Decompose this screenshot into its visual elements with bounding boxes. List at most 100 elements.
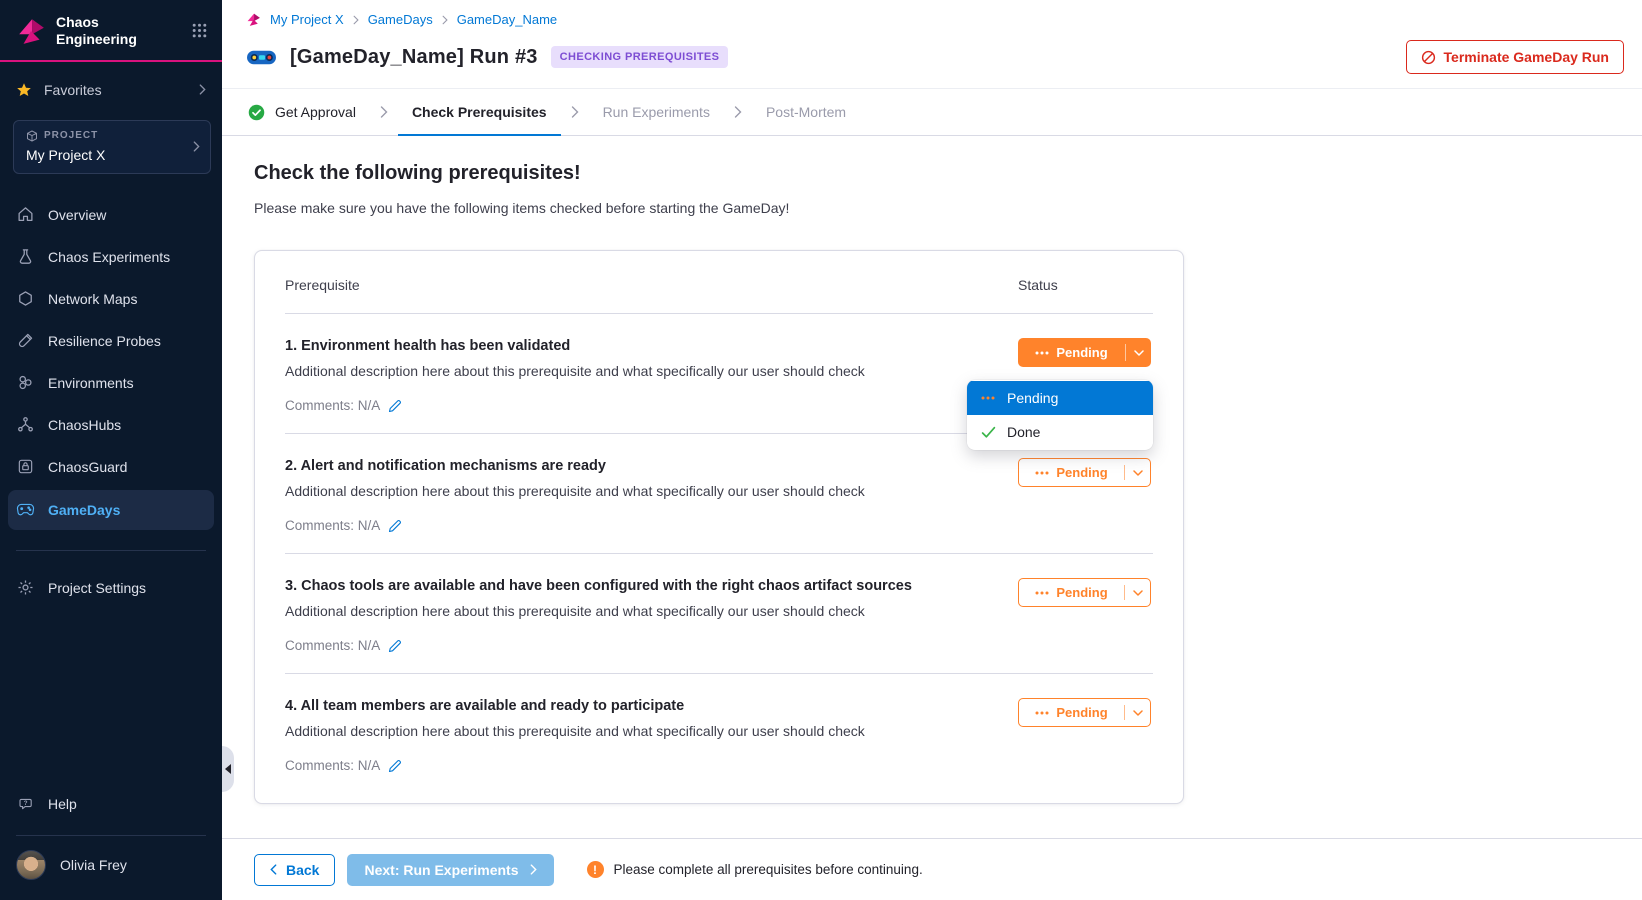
prerequisite-title: 1. Environment health has been validated [285,338,968,354]
nav-label: Overview [48,207,106,223]
column-status: Status [1018,277,1153,293]
chevron-down-icon [1125,699,1150,726]
status-dropdown-menu: Pending Done [967,380,1153,450]
environments-icon [16,374,35,391]
prohibit-icon [1421,50,1436,65]
sidebar-item-environments[interactable]: Environments [0,362,222,404]
breadcrumb-project[interactable]: My Project X [270,12,344,27]
terminate-gameday-button[interactable]: Terminate GameDay Run [1406,40,1624,74]
prerequisite-description: Additional description here about this p… [285,603,968,619]
chevron-down-icon [1125,579,1150,606]
gamepad-icon [16,503,35,517]
grid-icon[interactable] [191,22,208,39]
terminate-label: Terminate GameDay Run [1444,49,1609,65]
prerequisite-title: 4. All team members are available and re… [285,698,968,714]
page-title: [GameDay_Name] Run #3 [290,46,538,69]
option-label: Pending [1007,390,1058,406]
sidebar-collapse-handle[interactable] [222,746,234,792]
status-label: Pending [1056,705,1107,720]
help-label: Help [48,796,77,812]
sidebar-item-chaoshubs[interactable]: ChaosHubs [0,404,222,446]
sidebar-item-favorites[interactable]: Favorites [0,62,222,104]
user-divider [16,835,206,836]
sidebar-item-resilience-probes[interactable]: Resilience Probes [0,320,222,362]
action-bar: Back Next: Run Experiments ! Please comp… [222,838,1642,900]
edit-comment-icon[interactable] [388,519,402,533]
prerequisites-warning: ! Please complete all prerequisites befo… [587,861,923,878]
content-area: Check the following prerequisites! Pleas… [222,136,1642,838]
prerequisite-row-1: 1. Environment health has been validated… [285,314,1153,434]
option-label: Done [1007,424,1040,440]
edit-comment-icon[interactable] [388,759,402,773]
prerequisite-description: Additional description here about this p… [285,363,968,379]
content-heading: Check the following prerequisites! [254,162,1610,185]
hexagon-icon [16,290,35,307]
step-check-prerequisites[interactable]: Check Prerequisites [412,89,547,135]
page-header: My Project X GameDays GameDay_Name [Game… [222,0,1642,89]
status-dropdown-button[interactable]: Pending [1018,578,1151,607]
step-run-experiments[interactable]: Run Experiments [603,89,710,135]
chevron-right-icon [530,864,537,875]
content-subheading: Please make sure you have the following … [254,200,1610,216]
sidebar-item-chaos-experiments[interactable]: Chaos Experiments [0,236,222,278]
cube-icon [26,130,38,142]
dropdown-option-pending[interactable]: Pending [967,381,1153,415]
edit-comment-icon[interactable] [388,639,402,653]
main-area: My Project X GameDays GameDay_Name [Game… [222,0,1642,900]
nav-label: ChaosHubs [48,417,121,433]
sidebar-item-network-maps[interactable]: Network Maps [0,278,222,320]
pending-dots-icon [1035,591,1049,595]
nav-label: Resilience Probes [48,333,161,349]
prerequisite-row-4: 4. All team members are available and re… [285,674,1153,793]
comments-value: Comments: N/A [285,518,380,533]
next-label: Next: Run Experiments [364,862,518,878]
breadcrumb-gamedays[interactable]: GameDays [368,12,433,27]
chevron-right-icon [442,15,448,25]
breadcrumb-gameday-name[interactable]: GameDay_Name [457,12,557,27]
gear-icon [16,579,35,596]
sidebar-item-gamedays[interactable]: GameDays [8,490,214,530]
next-run-experiments-button[interactable]: Next: Run Experiments [347,854,553,886]
sidebar-item-chaosguard[interactable]: ChaosGuard [0,446,222,488]
back-button[interactable]: Back [254,854,335,886]
edit-comment-icon[interactable] [388,399,402,413]
dropdown-option-done[interactable]: Done [967,415,1153,449]
project-selector[interactable]: PROJECT My Project X [13,120,211,174]
sidebar-item-project-settings[interactable]: Project Settings [0,567,222,609]
nav-label: GameDays [48,502,120,518]
prerequisite-description: Additional description here about this p… [285,483,968,499]
status-label: Pending [1056,585,1107,600]
probe-icon [16,332,35,349]
prerequisite-title: 2. Alert and notification mechanisms are… [285,458,968,474]
flask-icon [16,248,35,265]
nav-label: Project Settings [48,580,146,596]
nav-label: Environments [48,375,134,391]
status-dropdown-button[interactable]: Pending [1018,698,1151,727]
chevron-right-icon [353,15,359,25]
chevron-right-icon [734,106,742,118]
sidebar: Chaos Engineering Favorites PROJECT [0,0,222,900]
sidebar-item-overview[interactable]: Overview [0,194,222,236]
status-badge: CHECKING PREREQUISITES [551,46,729,68]
svg-text:?: ? [23,800,27,807]
user-menu[interactable]: Olivia Frey [0,846,222,900]
chevron-down-icon [1125,459,1150,486]
breadcrumb: My Project X GameDays GameDay_Name [246,12,1626,27]
step-get-approval[interactable]: Get Approval [248,89,356,135]
run-stepper: Get Approval Check Prerequisites Run Exp… [222,89,1642,136]
chaos-logo-icon [16,16,46,46]
pending-dots-icon [980,396,996,400]
status-label: Pending [1056,465,1107,480]
table-header: Prerequisite Status [285,251,1153,314]
project-meta: PROJECT My Project X [26,130,193,163]
sidebar-item-help[interactable]: ? Help [0,783,222,825]
pending-dots-icon [1035,351,1049,355]
step-post-mortem[interactable]: Post-Mortem [766,89,846,135]
user-name: Olivia Frey [60,857,127,873]
status-dropdown-button[interactable]: Pending [1018,338,1151,367]
status-dropdown-button[interactable]: Pending [1018,458,1151,487]
pending-dots-icon [1035,711,1049,715]
warning-icon: ! [587,861,604,878]
nav-label: ChaosGuard [48,459,127,475]
project-name: My Project X [26,147,193,163]
